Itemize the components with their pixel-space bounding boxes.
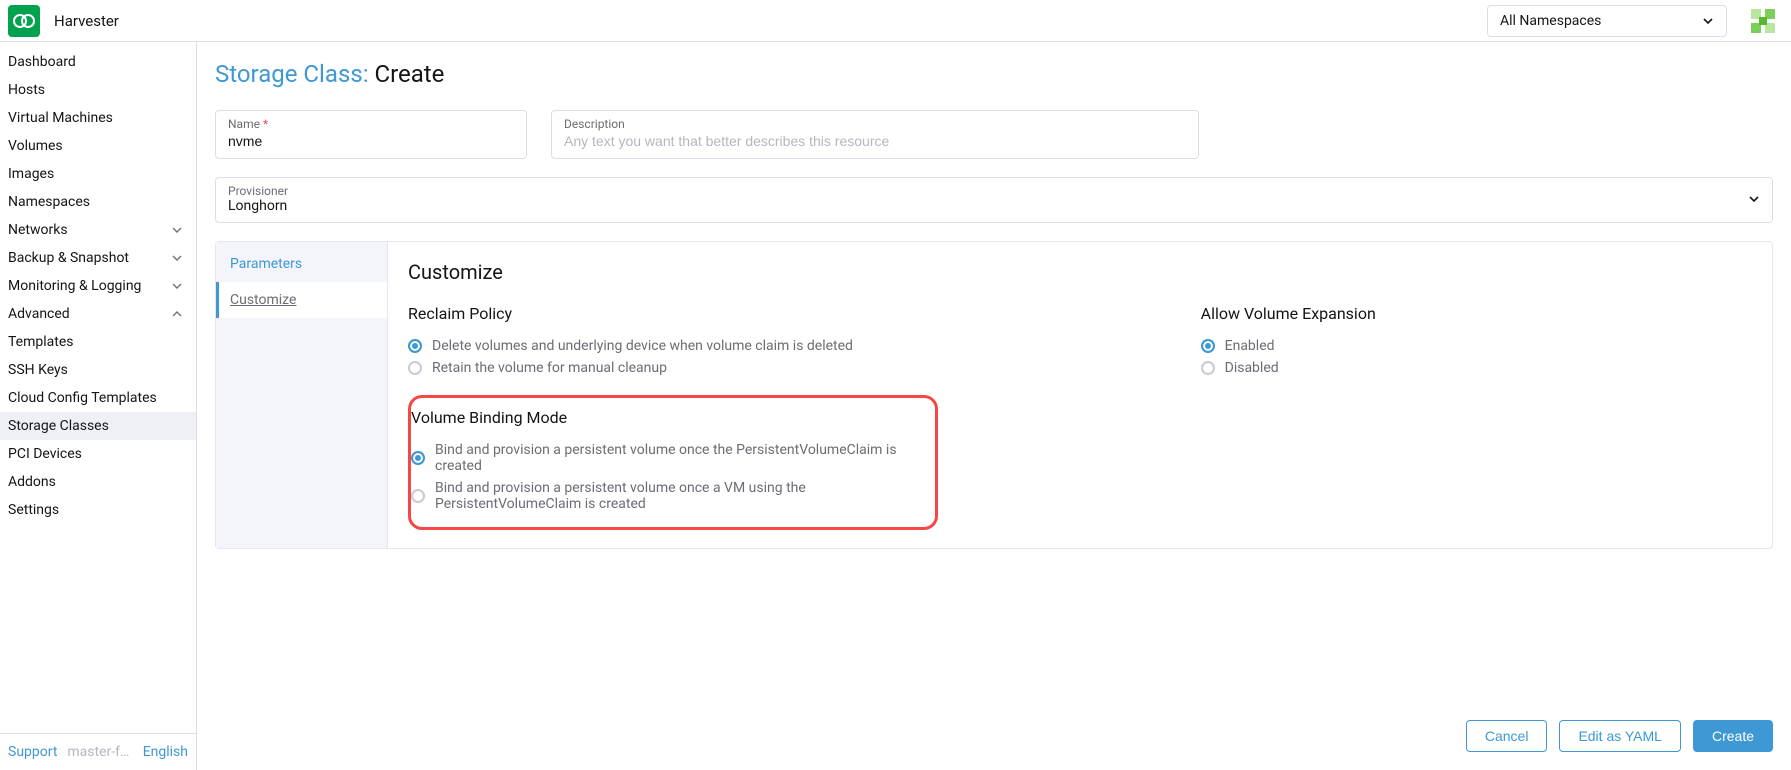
tab-parameters[interactable]: Parameters <box>216 246 387 282</box>
radio-icon <box>408 339 422 353</box>
provisioner-select[interactable]: Provisioner Longhorn <box>215 177 1773 223</box>
nav: Dashboard Hosts Virtual Machines Volumes Ima… <box>0 42 196 733</box>
expand-opt-disabled[interactable]: Disabled <box>1201 357 1752 379</box>
name-field[interactable]: Name* <box>215 110 527 159</box>
sidebar-item-cloud-config-templates[interactable]: Cloud Config Templates <box>0 384 196 412</box>
sidebar-item-label: Hosts <box>8 82 45 98</box>
name-input[interactable] <box>228 131 514 149</box>
chevron-down-icon <box>172 253 182 263</box>
sidebar-item-networks[interactable]: Networks <box>0 216 196 244</box>
expand-opt1-label: Enabled <box>1225 338 1275 354</box>
brand-name: Harvester <box>54 12 119 30</box>
sidebar-item-addons[interactable]: Addons <box>0 468 196 496</box>
sidebar-item-label: Addons <box>8 474 56 490</box>
vbm-opt1-label: Bind and provision a persistent volume o… <box>435 442 917 474</box>
chevron-down-icon <box>1702 15 1714 27</box>
sidebar-item-label: SSH Keys <box>8 362 68 378</box>
breadcrumb[interactable]: Storage Class: <box>215 60 369 88</box>
sidebar-item-label: Dashboard <box>8 54 76 70</box>
reclaim-title: Reclaim Policy <box>408 304 1161 323</box>
radio-icon <box>411 451 425 465</box>
sidebar-item-volumes[interactable]: Volumes <box>0 132 196 160</box>
sidebar-item-label: Monitoring & Logging <box>8 278 141 294</box>
cancel-button[interactable]: Cancel <box>1466 720 1548 752</box>
sidebar-item-label: Backup & Snapshot <box>8 250 129 266</box>
sidebar-item-storage-classes[interactable]: Storage Classes <box>0 412 196 440</box>
sidebar-item-backup-snapshot[interactable]: Backup & Snapshot <box>0 244 196 272</box>
page-title: Storage Class: Create <box>215 60 1773 88</box>
sidebar-item-label: Volumes <box>8 138 63 154</box>
provisioner-value: Longhorn <box>228 198 1748 214</box>
sidebar-item-ssh-keys[interactable]: SSH Keys <box>0 356 196 384</box>
radio-icon <box>408 361 422 375</box>
sidebar-item-advanced[interactable]: Advanced <box>0 300 196 328</box>
sidebar-item-hosts[interactable]: Hosts <box>0 76 196 104</box>
sidebar-item-templates[interactable]: Templates <box>0 328 196 356</box>
sidebar-item-label: Networks <box>8 222 68 238</box>
tab-panel: Parameters Customize Customize Reclaim P… <box>215 241 1773 549</box>
description-label: Description <box>564 117 1186 131</box>
sidebar-item-dashboard[interactable]: Dashboard <box>0 48 196 76</box>
sidebar-item-label: PCI Devices <box>8 446 82 462</box>
expand-title: Allow Volume Expansion <box>1201 304 1752 323</box>
support-link[interactable]: Support <box>8 744 57 760</box>
radio-icon <box>411 489 425 503</box>
chevron-down-icon <box>172 225 182 235</box>
expand-opt-enabled[interactable]: Enabled <box>1201 335 1752 357</box>
required-asterisk: * <box>263 117 268 131</box>
edit-yaml-button[interactable]: Edit as YAML <box>1559 720 1681 752</box>
sidebar-item-monitoring-logging[interactable]: Monitoring & Logging <box>0 272 196 300</box>
reclaim-opt-delete[interactable]: Delete volumes and underlying device whe… <box>408 335 1161 357</box>
sidebar-item-label: Images <box>8 166 54 182</box>
sidebar-item-virtual-machines[interactable]: Virtual Machines <box>0 104 196 132</box>
header: Harvester All Namespaces <box>0 0 1791 42</box>
vbm-opt-immediate[interactable]: Bind and provision a persistent volume o… <box>411 439 917 477</box>
reclaim-opt-retain[interactable]: Retain the volume for manual cleanup <box>408 357 1161 379</box>
sidebar-item-label: Templates <box>8 334 74 350</box>
namespace-value: All Namespaces <box>1500 13 1601 29</box>
create-button[interactable]: Create <box>1693 720 1773 752</box>
reclaim-opt2-label: Retain the volume for manual cleanup <box>432 360 667 376</box>
sidebar-item-label: Virtual Machines <box>8 110 113 126</box>
tab-content: Customize Reclaim Policy Delete volumes … <box>388 242 1772 548</box>
action-bar: Cancel Edit as YAML Create <box>1466 720 1773 752</box>
sidebar-item-label: Settings <box>8 502 59 518</box>
sidebar: Dashboard Hosts Virtual Machines Volumes Ima… <box>0 42 197 770</box>
main: Storage Class: Create Name* Description … <box>197 42 1791 770</box>
name-label: Name <box>228 117 260 131</box>
radio-icon <box>1201 339 1215 353</box>
title-text: Create <box>374 60 444 88</box>
tab-customize[interactable]: Customize <box>216 282 387 318</box>
chevron-down-icon <box>1748 193 1760 205</box>
sidebar-item-images[interactable]: Images <box>0 160 196 188</box>
sidebar-footer: Support master-f… English <box>0 733 196 770</box>
radio-icon <box>1201 361 1215 375</box>
user-avatar[interactable] <box>1747 5 1779 37</box>
version-text: master-f… <box>67 744 132 760</box>
sidebar-item-settings[interactable]: Settings <box>0 496 196 524</box>
sidebar-item-label: Namespaces <box>8 194 90 210</box>
section-title: Customize <box>408 260 1752 284</box>
vbm-title: Volume Binding Mode <box>411 408 917 427</box>
tabs: Parameters Customize <box>216 242 388 548</box>
chevron-up-icon <box>172 309 182 319</box>
provisioner-label: Provisioner <box>228 184 1748 198</box>
sidebar-item-namespaces[interactable]: Namespaces <box>0 188 196 216</box>
chevron-down-icon <box>172 281 182 291</box>
language-select[interactable]: English <box>143 744 188 760</box>
sidebar-item-label: Cloud Config Templates <box>8 390 157 406</box>
namespace-select[interactable]: All Namespaces <box>1487 5 1727 37</box>
sidebar-item-pci-devices[interactable]: PCI Devices <box>0 440 196 468</box>
vbm-opt-waitforconsumer[interactable]: Bind and provision a persistent volume o… <box>411 477 917 515</box>
vbm-opt2-label: Bind and provision a persistent volume o… <box>435 480 917 512</box>
reclaim-opt1-label: Delete volumes and underlying device whe… <box>432 338 853 354</box>
sidebar-item-label: Storage Classes <box>8 418 109 434</box>
expand-opt2-label: Disabled <box>1225 360 1279 376</box>
volume-binding-highlight: Volume Binding Mode Bind and provision a… <box>408 395 938 530</box>
app-logo[interactable] <box>8 5 40 37</box>
description-input[interactable] <box>564 131 1186 149</box>
sidebar-item-label: Advanced <box>8 306 70 322</box>
description-field[interactable]: Description <box>551 110 1199 159</box>
